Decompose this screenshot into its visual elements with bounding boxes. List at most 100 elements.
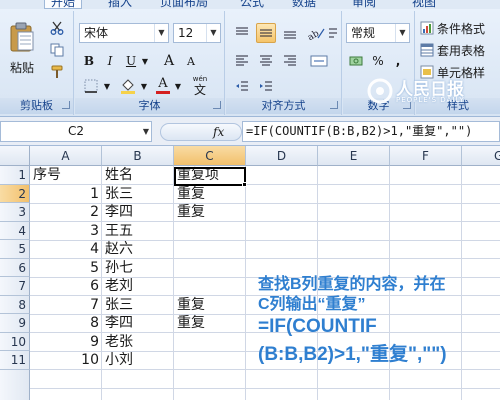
font-size-select[interactable]: 12 ▼ — [173, 23, 221, 43]
insert-function-button[interactable]: fx — [160, 123, 242, 141]
grow-font-button[interactable]: A — [159, 51, 179, 71]
row-header-11[interactable]: 11 — [0, 351, 30, 370]
cell-b1[interactable]: 姓名 — [103, 166, 135, 184]
comma-button[interactable]: , — [389, 51, 407, 71]
number-format-select[interactable]: 常规 ▼ — [346, 23, 410, 43]
decrease-indent-button[interactable] — [232, 77, 252, 95]
cell-b11[interactable]: 小刘 — [103, 351, 135, 369]
cell-c9[interactable]: 重复 — [175, 314, 207, 332]
copy-button[interactable] — [46, 41, 68, 59]
cell-b3[interactable]: 李四 — [103, 203, 135, 221]
column-header-c[interactable]: C — [174, 146, 246, 166]
cell-b8[interactable]: 张三 — [103, 296, 135, 314]
worksheet-grid[interactable]: A B C D E F G 1 2 3 4 5 6 7 8 9 10 11 序号… — [0, 146, 500, 400]
cell-c4[interactable] — [175, 222, 179, 240]
formula-input[interactable]: =IF(COUNTIF(B:B,B2)>1,"重复","") — [242, 121, 500, 142]
tab-home[interactable]: 开始 — [44, 0, 83, 9]
align-top-button[interactable] — [232, 23, 252, 43]
align-middle-button[interactable] — [256, 23, 276, 43]
cell-c3[interactable]: 重复 — [175, 203, 207, 221]
tab-page-layout[interactable]: 页面布局 — [160, 0, 208, 9]
cell-b10[interactable]: 老张 — [103, 333, 135, 351]
align-center-button[interactable] — [256, 51, 276, 71]
row-header-10[interactable]: 10 — [0, 332, 30, 351]
wrap-text-button[interactable] — [328, 23, 338, 43]
cell-b6[interactable]: 孙七 — [103, 259, 135, 277]
row-header-7[interactable]: 7 — [0, 277, 30, 296]
cell-b4[interactable]: 王五 — [103, 222, 135, 240]
paste-button[interactable]: 粘贴 — [4, 15, 40, 81]
cell-a6[interactable]: 5 — [31, 259, 101, 277]
column-header-e[interactable]: E — [318, 146, 390, 166]
cell-a4[interactable]: 3 — [31, 222, 101, 240]
fill-handle[interactable] — [242, 182, 247, 187]
cell-a2[interactable]: 1 — [31, 185, 101, 203]
row-header-1[interactable]: 1 — [0, 166, 30, 185]
shrink-font-button[interactable]: A — [181, 51, 201, 71]
alignment-launcher-icon[interactable] — [330, 101, 338, 109]
tab-insert[interactable]: 插入 — [108, 0, 132, 9]
format-as-table-button[interactable]: 套用表格 — [420, 41, 500, 59]
clipboard-launcher-icon[interactable] — [62, 101, 70, 109]
fill-color-button[interactable] — [117, 77, 139, 95]
conditional-format-button[interactable]: 条件格式 — [420, 19, 500, 37]
cell-a5[interactable]: 4 — [31, 240, 101, 258]
tab-view[interactable]: 视图 — [412, 0, 436, 9]
cell-a8[interactable]: 7 — [31, 296, 101, 314]
font-name-select[interactable]: 宋体 ▼ — [79, 23, 169, 43]
column-header-b[interactable]: B — [102, 146, 174, 166]
cut-button[interactable] — [46, 19, 68, 37]
select-all-corner[interactable] — [0, 146, 30, 166]
align-left-button[interactable] — [232, 51, 252, 71]
row-header-5[interactable]: 5 — [0, 240, 30, 259]
merge-center-button[interactable] — [306, 51, 332, 71]
increase-indent-button[interactable] — [256, 77, 276, 95]
cell-a11[interactable]: 10 — [31, 351, 101, 369]
cell-c11[interactable] — [175, 351, 179, 369]
name-box[interactable]: C2 ▼ — [0, 121, 152, 142]
column-header-f[interactable]: F — [390, 146, 462, 166]
border-dropdown-icon[interactable]: ▼ — [103, 77, 111, 95]
cell-c1[interactable]: 重复项 — [175, 166, 221, 184]
cell-c7[interactable] — [175, 277, 179, 295]
font-color-button[interactable]: A — [153, 75, 173, 95]
tab-formulas[interactable]: 公式 — [240, 0, 264, 9]
column-header-d[interactable]: D — [246, 146, 318, 166]
format-painter-button[interactable] — [46, 63, 68, 81]
cell-c2[interactable]: 重复 — [175, 185, 207, 203]
tab-review[interactable]: 审阅 — [352, 0, 376, 9]
underline-button[interactable]: U — [122, 51, 140, 71]
bold-button[interactable]: B — [80, 51, 98, 71]
percent-button[interactable]: % — [369, 51, 387, 71]
cell-b9[interactable]: 李四 — [103, 314, 135, 332]
border-button[interactable] — [80, 77, 102, 95]
font-color-dropdown-icon[interactable]: ▼ — [174, 77, 182, 95]
cell-c8[interactable]: 重复 — [175, 296, 207, 314]
italic-button[interactable]: I — [101, 51, 119, 71]
orientation-button[interactable]: ab — [304, 23, 328, 43]
column-header-g[interactable]: G — [462, 146, 500, 166]
tab-data[interactable]: 数据 — [292, 0, 316, 9]
column-header-a[interactable]: A — [30, 146, 102, 166]
cell-a9[interactable]: 8 — [31, 314, 101, 332]
cell-b2[interactable]: 张三 — [103, 185, 135, 203]
cell-b7[interactable]: 老刘 — [103, 277, 135, 295]
cell-a10[interactable]: 9 — [31, 333, 101, 351]
currency-button[interactable] — [347, 51, 367, 71]
cell-c10[interactable] — [175, 333, 179, 351]
cell-a3[interactable]: 2 — [31, 203, 101, 221]
row-header-4[interactable]: 4 — [0, 221, 30, 240]
cell-b5[interactable]: 赵六 — [103, 240, 135, 258]
cell-c5[interactable] — [175, 240, 179, 258]
cell-c6[interactable] — [175, 259, 179, 277]
align-right-button[interactable] — [280, 51, 300, 71]
row-header-8[interactable]: 8 — [0, 295, 30, 314]
align-bottom-button[interactable] — [280, 23, 300, 43]
row-header-2[interactable]: 2 — [0, 184, 30, 203]
row-header-9[interactable]: 9 — [0, 314, 30, 333]
cell-a7[interactable]: 6 — [31, 277, 101, 295]
row-header-3[interactable]: 3 — [0, 203, 30, 222]
underline-dropdown-icon[interactable]: ▼ — [141, 51, 149, 71]
cell-a1[interactable]: 序号 — [31, 166, 63, 184]
font-launcher-icon[interactable] — [213, 101, 221, 109]
